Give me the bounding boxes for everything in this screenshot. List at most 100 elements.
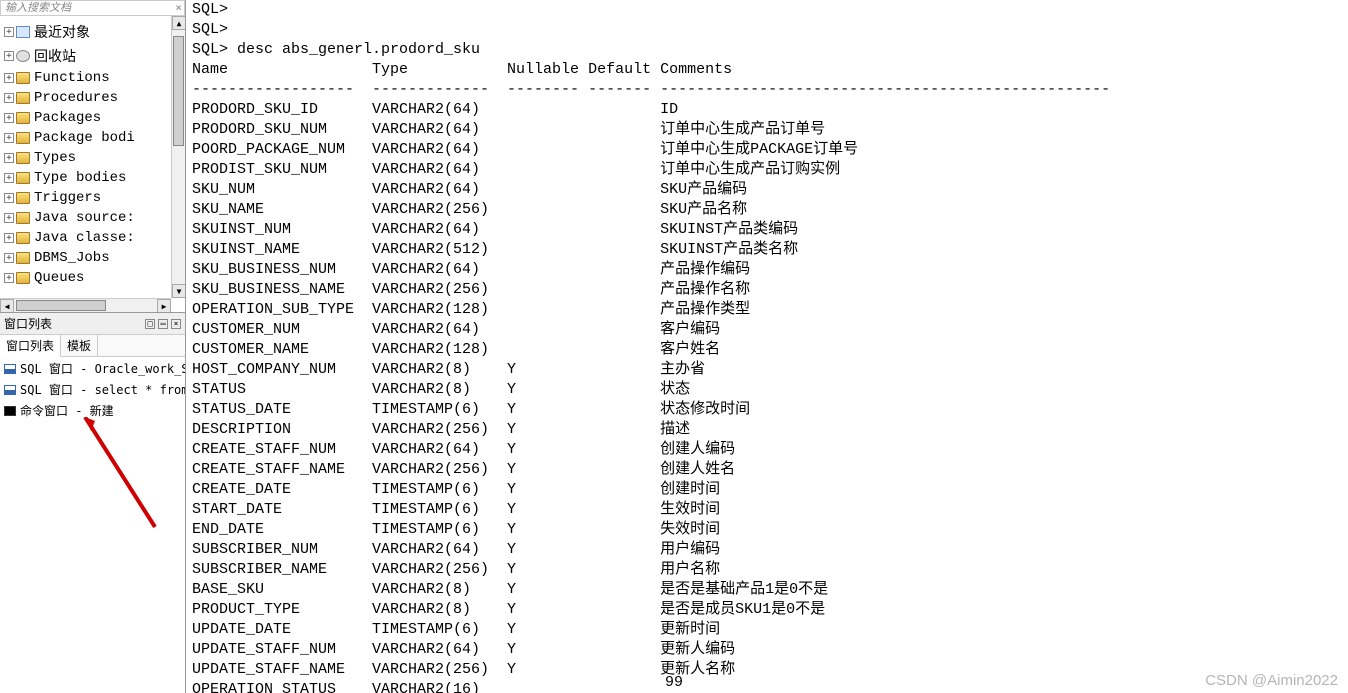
output-line: OPERATION_STATUS VARCHAR2(16) — [192, 680, 1348, 693]
output-line: SQL> — [192, 0, 1348, 20]
search-placeholder: 输入搜索文档 — [5, 1, 71, 14]
pin-icon[interactable]: □ — [145, 319, 155, 329]
output-line: SKU_BUSINESS_NUM VARCHAR2(64) 产品操作编码 — [192, 260, 1348, 280]
tree-item-label: Types — [34, 150, 76, 166]
tree-scrollbar-horizontal[interactable]: ◀ ▶ — [0, 298, 171, 312]
tree-item-label: Java classe: — [34, 230, 135, 246]
folder-icon — [16, 152, 30, 164]
output-line: Name Type Nullable Default Comments — [192, 60, 1348, 80]
recycle-icon — [16, 50, 30, 62]
output-line: CREATE_STAFF_NAME VARCHAR2(256) Y 创建人姓名 — [192, 460, 1348, 480]
window-list-panel: 窗口列表 □ ▭ × 窗口列表模板 SQL 窗口 - Oracle_work_S… — [0, 312, 185, 693]
scroll-up-icon[interactable]: ▲ — [172, 16, 185, 30]
command-output[interactable]: SQL> SQL> SQL> desc abs_generl.prodord_s… — [186, 0, 1348, 693]
output-line: BASE_SKU VARCHAR2(8) Y 是否是基础产品1是0不是 — [192, 580, 1348, 600]
output-line: SKU_BUSINESS_NAME VARCHAR2(256) 产品操作名称 — [192, 280, 1348, 300]
folder-icon — [16, 272, 30, 284]
output-line: PRODORD_SKU_ID VARCHAR2(64) ID — [192, 100, 1348, 120]
output-line: CREATE_DATE TIMESTAMP(6) Y 创建时间 — [192, 480, 1348, 500]
window-list-item-label: 命令窗口 - 新建 — [20, 402, 114, 419]
expand-icon[interactable]: + — [4, 153, 14, 163]
output-line: PRODORD_SKU_NUM VARCHAR2(64) 订单中心生成产品订单号 — [192, 120, 1348, 140]
tree-item[interactable]: + Java source: — [0, 208, 185, 228]
output-line: HOST_COMPANY_NUM VARCHAR2(8) Y 主办省 — [192, 360, 1348, 380]
output-line: SQL> desc abs_generl.prodord_sku — [192, 40, 1348, 60]
window-list-item[interactable]: SQL 窗口 - Oracle_work_SQL. — [0, 358, 185, 379]
output-line: SKUINST_NAME VARCHAR2(512) SKUINST产品类名称 — [192, 240, 1348, 260]
tree-item[interactable]: + 最近对象 — [0, 20, 185, 44]
output-line: POORD_PACKAGE_NUM VARCHAR2(64) 订单中心生成PAC… — [192, 140, 1348, 160]
output-line: STATUS_DATE TIMESTAMP(6) Y 状态修改时间 — [192, 400, 1348, 420]
folder-icon — [16, 92, 30, 104]
tree-item[interactable]: + DBMS_Jobs — [0, 248, 185, 268]
tree-item[interactable]: + Types — [0, 148, 185, 168]
left-panel: 输入搜索文档 × +最近对象+回收站+Functions+Procedures+… — [0, 0, 186, 693]
tree-item[interactable]: +Triggers — [0, 188, 185, 208]
tree-item[interactable]: +Type bodies — [0, 168, 185, 188]
tree-item[interactable]: + Package bodi — [0, 128, 185, 148]
expand-icon[interactable]: + — [4, 51, 14, 61]
expand-icon[interactable]: + — [4, 193, 14, 203]
output-line: PRODIST_SKU_NUM VARCHAR2(64) 订单中心生成产品订购实… — [192, 160, 1348, 180]
tree-item-label: 最近对象 — [34, 22, 90, 42]
dock-icon[interactable]: ▭ — [158, 319, 168, 329]
tree-item[interactable]: + Functions — [0, 68, 185, 88]
output-line: SKUINST_NUM VARCHAR2(64) SKUINST产品类编码 — [192, 220, 1348, 240]
object-tree: +最近对象+回收站+Functions+Procedures+Packages+… — [0, 16, 185, 312]
output-line: START_DATE TIMESTAMP(6) Y 生效时间 — [192, 500, 1348, 520]
expand-icon[interactable]: + — [4, 93, 14, 103]
tree-item-label: Functions — [34, 70, 110, 86]
scroll-right-icon[interactable]: ▶ — [157, 299, 171, 312]
expand-icon[interactable]: + — [4, 253, 14, 263]
scroll-down-icon[interactable]: ▼ — [172, 284, 185, 298]
tree-item[interactable]: +回收站 — [0, 44, 185, 68]
output-line: OPERATION_SUB_TYPE VARCHAR2(128) 产品操作类型 — [192, 300, 1348, 320]
tree-item-label: Package bodi — [34, 130, 135, 146]
output-line: UPDATE_DATE TIMESTAMP(6) Y 更新时间 — [192, 620, 1348, 640]
expand-icon[interactable]: + — [4, 213, 14, 223]
expand-icon[interactable]: + — [4, 27, 14, 37]
tree-item-label: DBMS_Jobs — [34, 250, 110, 266]
sql-window-icon — [4, 385, 16, 395]
window-list-item[interactable]: 命令窗口 - 新建 — [0, 400, 185, 421]
tree-item[interactable]: + Packages — [0, 108, 185, 128]
output-line: UPDATE_STAFF_NAME VARCHAR2(256) Y 更新人名称 — [192, 660, 1348, 680]
expand-icon[interactable]: + — [4, 113, 14, 123]
folder-icon — [16, 172, 30, 184]
window-list-item-label: SQL 窗口 - select * from ab — [20, 381, 185, 398]
clear-icon[interactable]: × — [175, 1, 182, 15]
expand-icon[interactable]: + — [4, 273, 14, 283]
folder-icon — [16, 252, 30, 264]
sql-window-icon — [4, 364, 16, 374]
close-icon[interactable]: × — [171, 319, 181, 329]
window-list-item[interactable]: SQL 窗口 - select * from ab — [0, 379, 185, 400]
output-line: CUSTOMER_NAME VARCHAR2(128) 客户姓名 — [192, 340, 1348, 360]
tree-item-label: Packages — [34, 110, 101, 126]
output-line: END_DATE TIMESTAMP(6) Y 失效时间 — [192, 520, 1348, 540]
output-line: DESCRIPTION VARCHAR2(256) Y 描述 — [192, 420, 1348, 440]
recent-icon — [16, 26, 30, 38]
expand-icon[interactable]: + — [4, 133, 14, 143]
output-line: ------------------ ------------- -------… — [192, 80, 1348, 100]
output-line: SUBSCRIBER_NUM VARCHAR2(64) Y 用户编码 — [192, 540, 1348, 560]
tree-item[interactable]: + Java classe: — [0, 228, 185, 248]
expand-icon[interactable]: + — [4, 73, 14, 83]
folder-icon — [16, 232, 30, 244]
window-list-header: 窗口列表 □ ▭ × — [0, 313, 185, 335]
tree-item[interactable]: +Queues — [0, 268, 185, 288]
scroll-left-icon[interactable]: ◀ — [0, 299, 14, 312]
window-list-tab[interactable]: 窗口列表 — [0, 335, 61, 357]
page-number: 99 — [665, 674, 683, 691]
output-line: SKU_NAME VARCHAR2(256) SKU产品名称 — [192, 200, 1348, 220]
tree-item[interactable]: +Procedures — [0, 88, 185, 108]
window-list-title: 窗口列表 — [4, 315, 52, 332]
output-line: CREATE_STAFF_NUM VARCHAR2(64) Y 创建人编码 — [192, 440, 1348, 460]
window-list-item-label: SQL 窗口 - Oracle_work_SQL. — [20, 360, 185, 377]
tree-item-label: Java source: — [34, 210, 135, 226]
window-list-tab[interactable]: 模板 — [61, 335, 98, 356]
tree-scrollbar-vertical[interactable]: ▲ ▼ — [171, 16, 185, 298]
expand-icon[interactable]: + — [4, 173, 14, 183]
expand-icon[interactable]: + — [4, 233, 14, 243]
search-input[interactable]: 输入搜索文档 × — [0, 0, 185, 16]
annotation-arrow-icon — [75, 417, 165, 537]
